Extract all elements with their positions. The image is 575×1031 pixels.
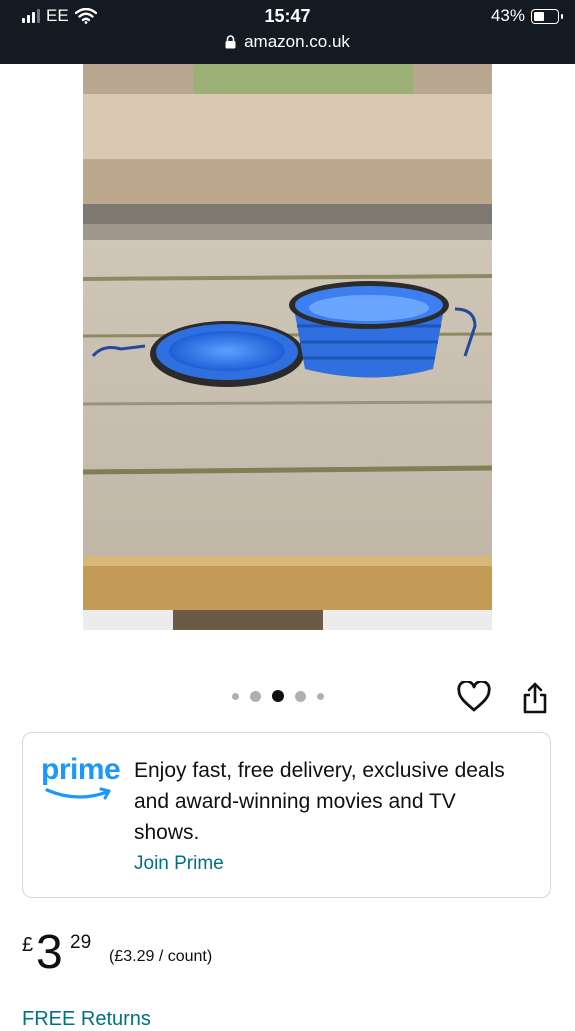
free-returns-link[interactable]: FREE Returns: [22, 1008, 151, 1031]
prime-smile-icon: [45, 787, 111, 800]
lock-icon: [225, 35, 236, 49]
heart-icon: [457, 679, 491, 712]
page-dot[interactable]: [232, 692, 239, 700]
url-text: amazon.co.uk: [244, 32, 350, 51]
prime-logo: prime: [41, 755, 121, 802]
prime-promo-card[interactable]: prime Enjoy fast, free delivery, exclusi…: [22, 732, 551, 898]
product-image[interactable]: [83, 64, 492, 630]
clock: 15:47: [264, 6, 311, 26]
battery-icon: [531, 8, 563, 24]
add-to-list-button[interactable]: [457, 679, 491, 713]
page-dot[interactable]: [250, 690, 261, 702]
price-currency: £: [22, 934, 34, 956]
price-whole: 3: [36, 926, 63, 979]
image-pagination[interactable]: [232, 690, 324, 702]
prime-message: Enjoy fast, free delivery, exclusive dea…: [134, 759, 505, 844]
status-bar: EE 15:47 43% amazon.co.uk: [0, 0, 575, 64]
share-icon: [523, 682, 547, 714]
prime-logo-text: prime: [41, 753, 121, 786]
join-prime-link[interactable]: Join Prime: [134, 853, 224, 875]
share-button[interactable]: [520, 681, 550, 715]
page-dot[interactable]: [317, 692, 324, 700]
page-dot[interactable]: [295, 690, 306, 702]
price-fraction: 29: [70, 932, 92, 953]
battery-percent: 43%: [490, 6, 525, 25]
battery-info: 43%: [490, 6, 563, 26]
address-bar[interactable]: amazon.co.uk: [0, 32, 575, 52]
page-dot-active[interactable]: [272, 690, 284, 702]
unit-price: (£3.29 / count): [109, 948, 213, 965]
product-photo: [83, 64, 492, 630]
